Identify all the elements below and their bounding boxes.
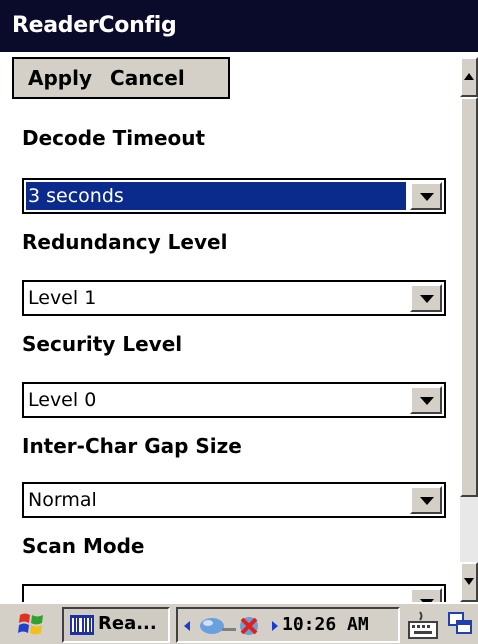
inter-char-gap-dropdown[interactable]: Normal bbox=[22, 482, 446, 518]
chevron-down-icon[interactable] bbox=[410, 284, 442, 312]
chevron-down-icon[interactable] bbox=[410, 386, 442, 414]
scrollbar-thumb[interactable] bbox=[460, 97, 478, 497]
scroll-down-button[interactable] bbox=[460, 562, 478, 602]
taskbar: Rea... 10:26 AM bbox=[0, 602, 478, 644]
scan-mode-value bbox=[26, 588, 28, 602]
keyboard-icon[interactable] bbox=[406, 610, 440, 640]
redundancy-level-dropdown[interactable]: Level 1 bbox=[22, 280, 446, 316]
cancel-button[interactable]: Cancel bbox=[102, 66, 195, 90]
scroll-up-button[interactable] bbox=[460, 57, 478, 97]
redundancy-level-value: Level 1 bbox=[28, 287, 97, 309]
security-level-label: Security Level bbox=[22, 332, 183, 356]
taskbar-app-label: Rea... bbox=[98, 613, 157, 634]
window-title: ReaderConfig bbox=[0, 0, 478, 52]
barcode-app-icon bbox=[70, 615, 94, 635]
tray-right-arrow-icon[interactable] bbox=[272, 621, 278, 631]
menu-toolbar: Apply Cancel bbox=[12, 57, 230, 99]
chevron-down-icon[interactable] bbox=[410, 182, 442, 210]
apply-button[interactable]: Apply bbox=[14, 66, 102, 90]
system-tray: 10:26 AM bbox=[176, 607, 400, 643]
tray-left-arrow-icon[interactable] bbox=[184, 621, 190, 631]
network-icon[interactable] bbox=[194, 613, 268, 639]
clock[interactable]: 10:26 AM bbox=[282, 614, 369, 635]
scan-mode-label: Scan Mode bbox=[22, 534, 145, 558]
taskbar-app-button[interactable]: Rea... bbox=[62, 607, 170, 643]
chevron-down-icon[interactable] bbox=[410, 486, 442, 514]
inter-char-gap-value: Normal bbox=[28, 489, 97, 511]
inter-char-gap-label: Inter-Char Gap Size bbox=[22, 434, 242, 458]
decode-timeout-value: 3 seconds bbox=[26, 182, 406, 210]
vertical-scrollbar[interactable] bbox=[460, 57, 478, 602]
decode-timeout-label: Decode Timeout bbox=[22, 126, 206, 150]
security-level-dropdown[interactable]: Level 0 bbox=[22, 382, 446, 418]
security-level-value: Level 0 bbox=[28, 389, 97, 411]
show-desktop-icon[interactable] bbox=[446, 610, 476, 640]
scan-mode-dropdown[interactable] bbox=[22, 584, 446, 602]
windows-flag-icon[interactable] bbox=[18, 611, 46, 637]
settings-form: Decode Timeout 3 seconds Redundancy Leve… bbox=[0, 106, 460, 602]
decode-timeout-dropdown[interactable]: 3 seconds bbox=[22, 178, 446, 214]
redundancy-level-label: Redundancy Level bbox=[22, 230, 228, 254]
chevron-down-icon[interactable] bbox=[410, 588, 442, 602]
